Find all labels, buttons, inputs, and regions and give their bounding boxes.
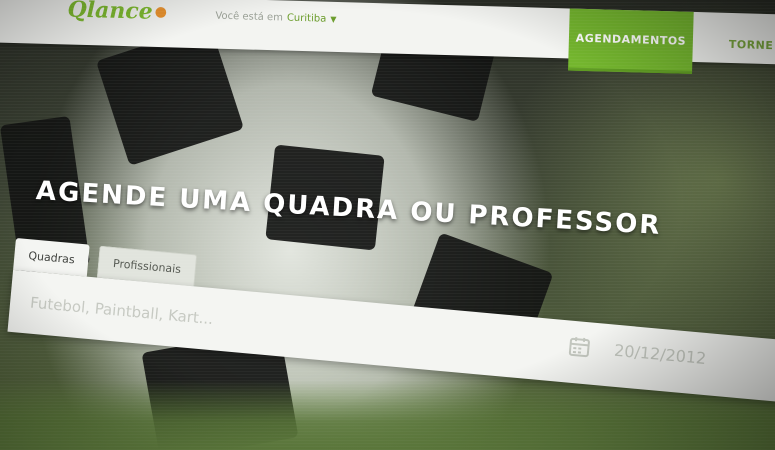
nav-tab-torne[interactable]: TORNE [708,12,775,76]
caret-down-icon: ▼ [330,14,337,24]
tab-label: Profissionais [112,256,182,277]
nav-tab-label: TORNE [728,37,774,52]
location-prefix: Você está em [215,10,284,24]
tab-label: Quadras [27,248,76,266]
date-value: 20/12/2012 [613,340,708,368]
location-city: Curitiba [286,12,327,25]
calendar-icon [568,337,590,358]
logo-text: Qlance [67,0,154,25]
logo-ball-icon: ● [154,3,168,21]
nav-tab-label: AGENDAMENTOS [575,31,687,48]
nav-tab-agendamentos[interactable]: AGENDAMENTOS [568,8,694,74]
location-selector[interactable]: Você está em Curitiba ▼ [215,11,336,25]
date-field[interactable]: 20/12/2012 [568,335,708,369]
logo[interactable]: Qlance ● [67,0,167,25]
